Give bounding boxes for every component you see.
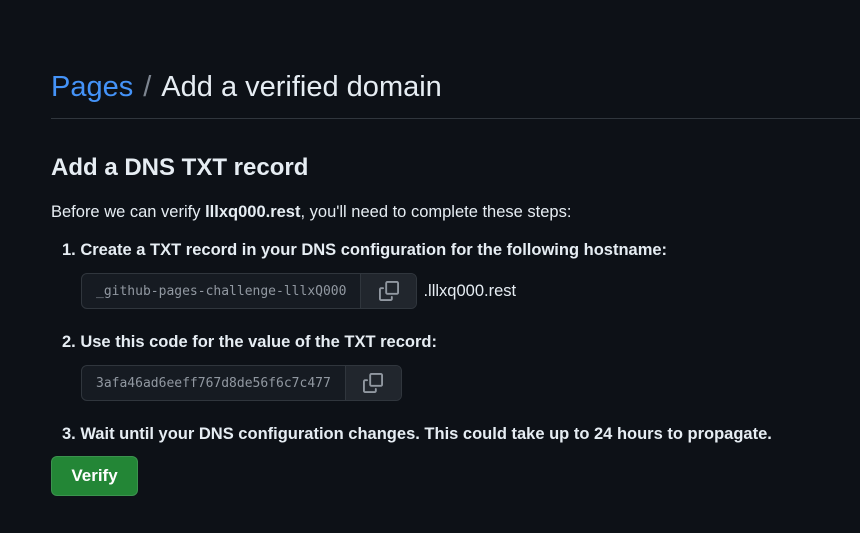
copy-hostname-button[interactable] (360, 274, 417, 308)
step-3-text: 3. Wait until your DNS configuration cha… (62, 425, 772, 443)
section-title: Add a DNS TXT record (51, 154, 309, 181)
copy-icon (378, 281, 399, 301)
intro-domain: lllxq000.rest (205, 203, 301, 221)
breadcrumb-pages-link[interactable]: Pages (51, 71, 133, 104)
intro-before: Before we can verify (51, 203, 206, 221)
copy-icon (363, 373, 384, 393)
verify-button[interactable]: Verify (51, 456, 138, 496)
add-verified-domain-page: Pages / Add a verified domain Add a DNS … (0, 0, 860, 533)
hostname-suffix: .lllxq000.rest (423, 281, 517, 300)
intro-text: Before we can verify lllxq000.rest, you'… (51, 203, 571, 222)
header-divider (51, 118, 860, 119)
step-2-text: 2. Use this code for the value of the TX… (62, 333, 437, 351)
copy-txt-value-button[interactable] (344, 366, 401, 400)
step-1-text: 1. Create a TXT record in your DNS confi… (62, 241, 668, 259)
txt-value-field-group: 3afa46ad6eeff767d8de56f6c7c477 (81, 365, 402, 401)
hostname-code[interactable]: _github-pages-challenge-lllxQ000 (82, 274, 360, 308)
page-title: Add a verified domain (161, 70, 442, 103)
breadcrumb-separator: / (143, 70, 152, 103)
txt-value-code-box: 3afa46ad6eeff767d8de56f6c7c477 (81, 365, 402, 401)
breadcrumb: Pages / Add a verified domain (51, 66, 442, 108)
hostname-field-group: _github-pages-challenge-lllxQ000 .lllxq0… (81, 273, 516, 309)
txt-value-code[interactable]: 3afa46ad6eeff767d8de56f6c7c477 (82, 366, 345, 400)
hostname-code-box: _github-pages-challenge-lllxQ000 (81, 273, 418, 309)
intro-after: , you'll need to complete these steps: (300, 203, 572, 221)
